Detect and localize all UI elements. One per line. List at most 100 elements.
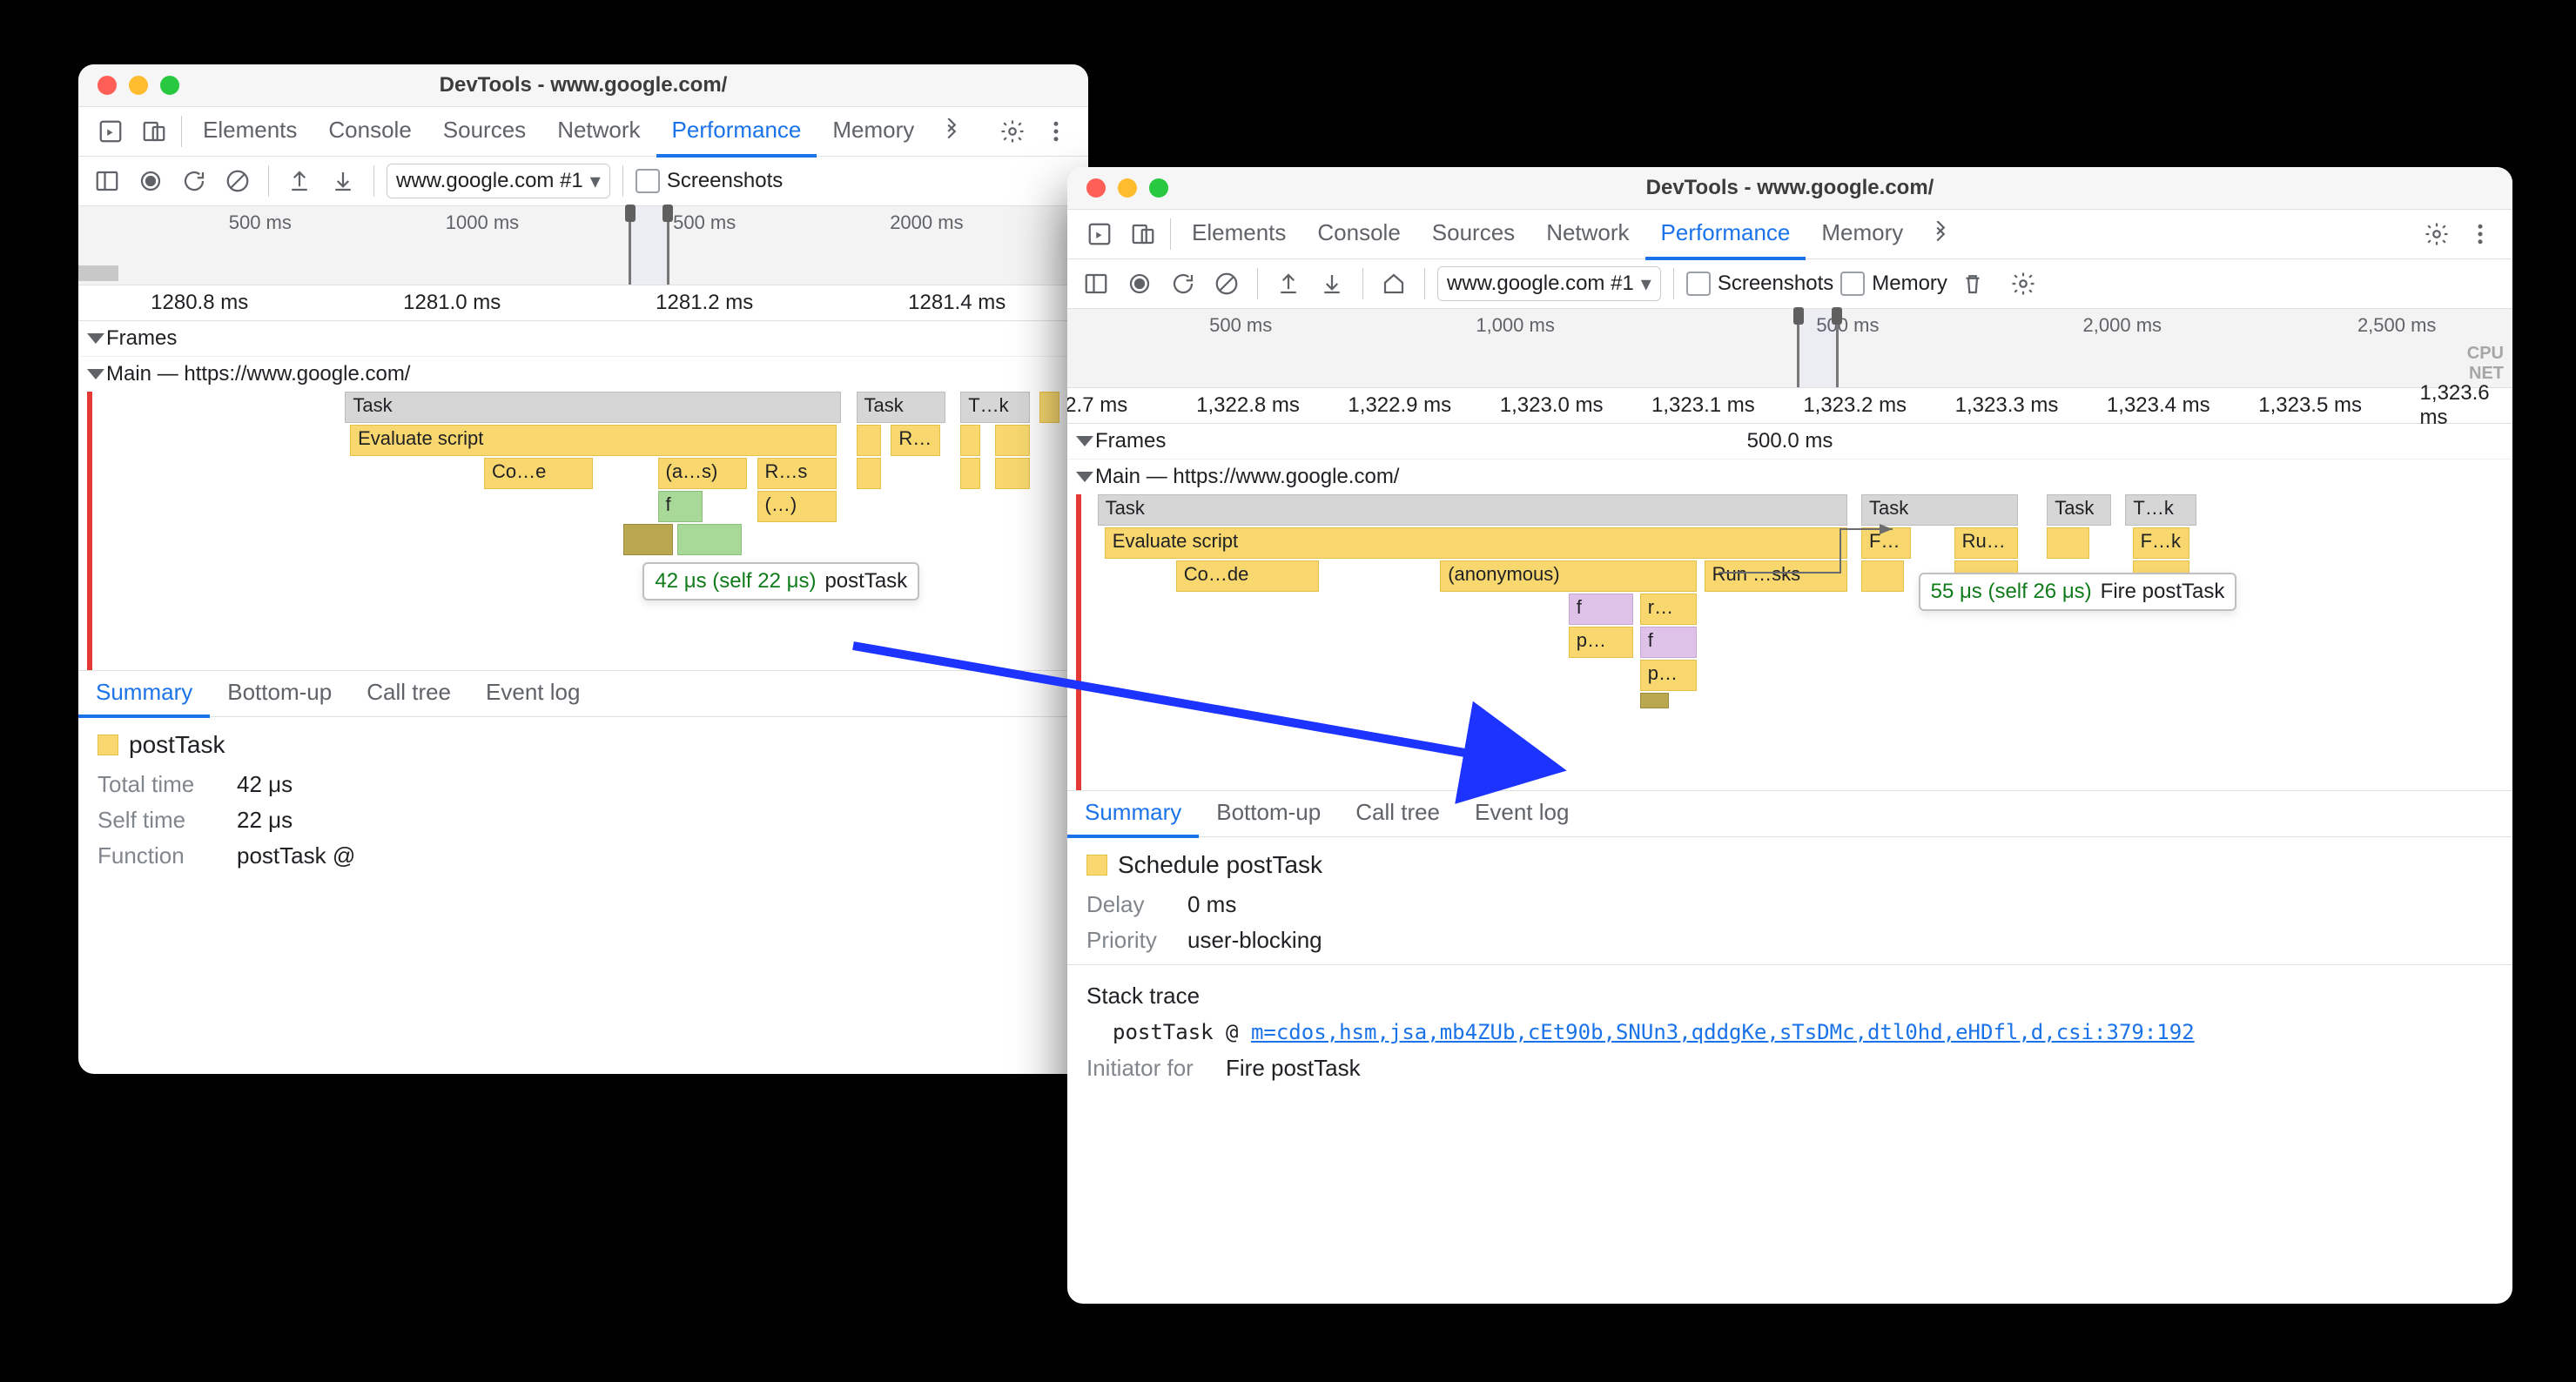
gear-icon[interactable] <box>2418 216 2455 252</box>
record-icon[interactable] <box>132 163 169 199</box>
tab-elements[interactable]: Elements <box>187 105 313 158</box>
clear-icon[interactable] <box>219 163 256 199</box>
tab-performance[interactable]: Performance <box>1645 208 1806 260</box>
dtab-eventlog[interactable]: Event log <box>1457 789 1586 838</box>
flame-segment[interactable]: p… <box>1640 660 1698 691</box>
flame-segment[interactable] <box>960 458 980 489</box>
flame-segment[interactable] <box>2047 527 2089 559</box>
flame-task[interactable]: Task <box>1861 494 2018 526</box>
overview-viewport[interactable] <box>629 206 669 285</box>
flame-segment[interactable]: Ru…s <box>1954 527 2019 559</box>
dtab-eventlog[interactable]: Event log <box>468 669 597 718</box>
kebab-icon[interactable] <box>1038 113 1074 150</box>
minimize-icon[interactable] <box>1118 178 1137 198</box>
recording-select[interactable]: www.google.com #1 ▾ <box>1437 266 1661 301</box>
tab-network[interactable]: Network <box>541 105 656 158</box>
viewport-handle-left[interactable] <box>1793 307 1804 325</box>
device-icon[interactable] <box>1125 216 1161 252</box>
pane-icon[interactable] <box>1078 265 1114 302</box>
trash-icon[interactable] <box>1954 265 1991 302</box>
flame-chart[interactable]: Task Task Task T…k Evaluate script Fi…k … <box>1076 494 2504 790</box>
flame-segment[interactable]: Co…de <box>1176 560 1319 592</box>
flame-segment[interactable] <box>1640 693 1669 708</box>
flame-eval-script[interactable]: Evaluate script <box>350 425 837 456</box>
viewport-handle-left[interactable] <box>625 205 636 222</box>
screenshots-checkbox[interactable]: Screenshots <box>1686 272 1833 296</box>
titlebar[interactable]: DevTools - www.google.com/ <box>78 64 1088 107</box>
stack-link[interactable]: m=cdos,hsm,jsa,mb4ZUb,cEt90b,SNUn3,qddgK… <box>1251 1020 2195 1044</box>
tab-memory[interactable]: Memory <box>817 105 930 158</box>
tab-network[interactable]: Network <box>1530 208 1644 260</box>
flame-segment[interactable]: f <box>1640 627 1698 658</box>
more-tabs-icon[interactable] <box>933 113 970 150</box>
home-icon[interactable] <box>1375 265 1412 302</box>
dtab-calltree[interactable]: Call tree <box>349 669 468 718</box>
download-icon[interactable] <box>1314 265 1350 302</box>
flame-segment[interactable] <box>960 425 980 456</box>
frames-track-header[interactable]: Frames <box>78 321 1088 357</box>
kebab-icon[interactable] <box>2462 216 2499 252</box>
more-tabs-icon[interactable] <box>1922 216 1959 252</box>
viewport-handle-right[interactable] <box>1832 307 1842 325</box>
main-track-header[interactable]: Main — https://www.google.com/ <box>78 357 1088 392</box>
tab-sources[interactable]: Sources <box>1416 208 1530 260</box>
dtab-summary[interactable]: Summary <box>1067 789 1199 838</box>
time-ruler[interactable]: 1280.8 ms 1281.0 ms 1281.2 ms 1281.4 ms <box>78 285 1088 321</box>
dtab-summary[interactable]: Summary <box>78 669 210 718</box>
device-icon[interactable] <box>136 113 172 150</box>
dtab-bottomup[interactable]: Bottom-up <box>1199 789 1338 838</box>
upload-icon[interactable] <box>281 163 318 199</box>
flame-posttask-selected[interactable] <box>623 524 673 555</box>
minimize-icon[interactable] <box>129 76 148 95</box>
close-icon[interactable] <box>98 76 117 95</box>
gear-icon[interactable] <box>994 113 1031 150</box>
tab-sources[interactable]: Sources <box>427 105 541 158</box>
flame-task[interactable]: Task <box>345 392 841 423</box>
flame-task[interactable]: T…k <box>2125 494 2196 526</box>
flame-task[interactable]: Task <box>857 392 946 423</box>
memory-checkbox[interactable]: Memory <box>1840 272 1947 296</box>
reload-icon[interactable] <box>176 163 212 199</box>
inspect-icon[interactable] <box>92 113 129 150</box>
dtab-bottomup[interactable]: Bottom-up <box>210 669 349 718</box>
clear-icon[interactable] <box>1208 265 1245 302</box>
flame-segment[interactable]: r… <box>1640 594 1698 625</box>
inspect-icon[interactable] <box>1081 216 1118 252</box>
flame-segment[interactable] <box>857 458 882 489</box>
flame-segment[interactable]: (a…s) <box>658 458 748 489</box>
titlebar[interactable]: DevTools - www.google.com/ <box>1067 167 2512 210</box>
flame-task[interactable]: T…k <box>960 392 1030 423</box>
flame-segment[interactable]: f <box>658 491 703 522</box>
screenshots-checkbox[interactable]: Screenshots <box>636 169 783 193</box>
time-ruler[interactable]: 2.7 ms 1,322.8 ms 1,322.9 ms 1,323.0 ms … <box>1067 388 2512 424</box>
upload-icon[interactable] <box>1270 265 1307 302</box>
record-icon[interactable] <box>1121 265 1158 302</box>
timeline-overview[interactable]: 500 ms 1,000 ms 500 ms 2,000 ms 2,500 ms… <box>1067 309 2512 388</box>
tab-performance[interactable]: Performance <box>656 105 817 158</box>
close-icon[interactable] <box>1086 178 1106 198</box>
flame-segment[interactable]: f <box>1569 594 1633 625</box>
flame-segment[interactable]: R…s <box>757 458 837 489</box>
flame-segment[interactable]: R… <box>891 425 940 456</box>
flame-chart[interactable]: Task Task T…k Evaluate script R… Co…e (a… <box>87 392 1079 670</box>
viewport-handle-right[interactable] <box>662 205 673 222</box>
tab-console[interactable]: Console <box>1301 208 1416 260</box>
flame-segment[interactable] <box>857 425 882 456</box>
tab-elements[interactable]: Elements <box>1176 208 1301 260</box>
flame-segment[interactable] <box>677 524 742 555</box>
gear-icon[interactable] <box>2005 265 2041 302</box>
flame-segment[interactable] <box>1039 392 1059 423</box>
timeline-overview[interactable]: 500 ms 1000 ms 500 ms 2000 ms <box>78 206 1088 285</box>
tab-console[interactable]: Console <box>313 105 427 158</box>
frames-track-header[interactable]: Frames 500.0 ms <box>1067 424 2512 460</box>
tab-memory[interactable]: Memory <box>1806 208 1919 260</box>
download-icon[interactable] <box>325 163 361 199</box>
zoom-icon[interactable] <box>160 76 179 95</box>
overview-viewport[interactable] <box>1797 309 1839 387</box>
flame-task[interactable]: Task <box>1098 494 1847 526</box>
recording-select[interactable]: www.google.com #1 ▾ <box>387 164 610 198</box>
flame-segment[interactable] <box>995 425 1030 456</box>
flame-segment[interactable] <box>995 458 1030 489</box>
flame-task[interactable]: Task <box>2047 494 2111 526</box>
flame-anon[interactable]: (anonymous) <box>1440 560 1697 592</box>
